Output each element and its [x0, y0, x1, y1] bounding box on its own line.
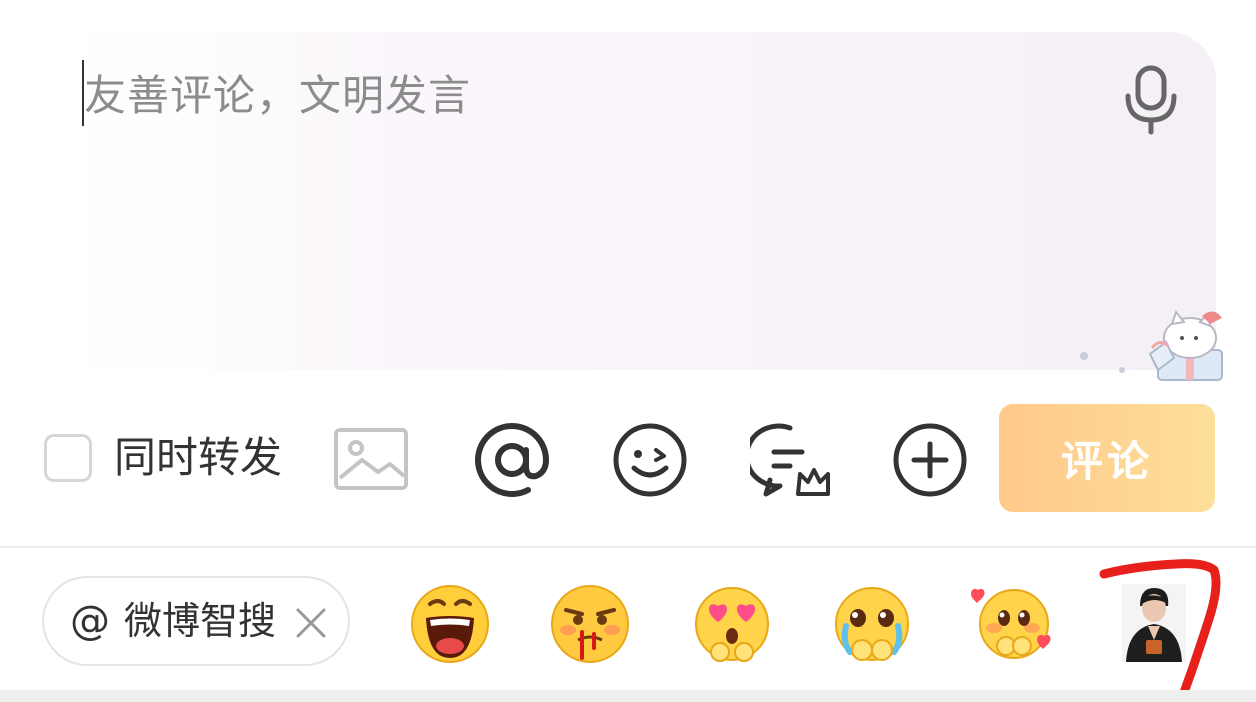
- topic-chat-icon[interactable]: [750, 420, 830, 500]
- bottom-edge: [0, 690, 1256, 702]
- shy-emoji-icon[interactable]: [970, 582, 1054, 666]
- emoji-icon[interactable]: [610, 420, 690, 500]
- heart-eyes-emoji-icon[interactable]: [690, 582, 774, 666]
- comment-placeholder: 友善评论，文明发言: [84, 71, 472, 120]
- laughing-emoji-icon[interactable]: [408, 582, 492, 666]
- add-icon[interactable]: [890, 420, 970, 500]
- nosebleed-emoji-icon[interactable]: [548, 582, 632, 666]
- cat-gift-sticker-icon: [1080, 309, 1223, 381]
- close-icon[interactable]: [294, 606, 328, 640]
- toolbar-divider: [0, 546, 1256, 548]
- smart-search-label: 微博智搜: [124, 599, 277, 643]
- at-symbol: @: [70, 598, 110, 644]
- weibo-smart-search-chip[interactable]: @ 微博智搜: [42, 576, 350, 666]
- microphone-icon[interactable]: [1118, 62, 1184, 136]
- red-annotation-mark: [1099, 559, 1221, 702]
- repost-label[interactable]: 同时转发: [114, 428, 282, 488]
- submit-comment-button[interactable]: 评论: [999, 404, 1215, 512]
- comment-toolbar: 同时转发 评论: [0, 400, 1256, 520]
- image-icon[interactable]: [332, 420, 412, 500]
- at-mention-icon[interactable]: [472, 420, 552, 500]
- repost-checkbox[interactable]: [44, 434, 92, 482]
- crying-emoji-icon[interactable]: [830, 582, 914, 666]
